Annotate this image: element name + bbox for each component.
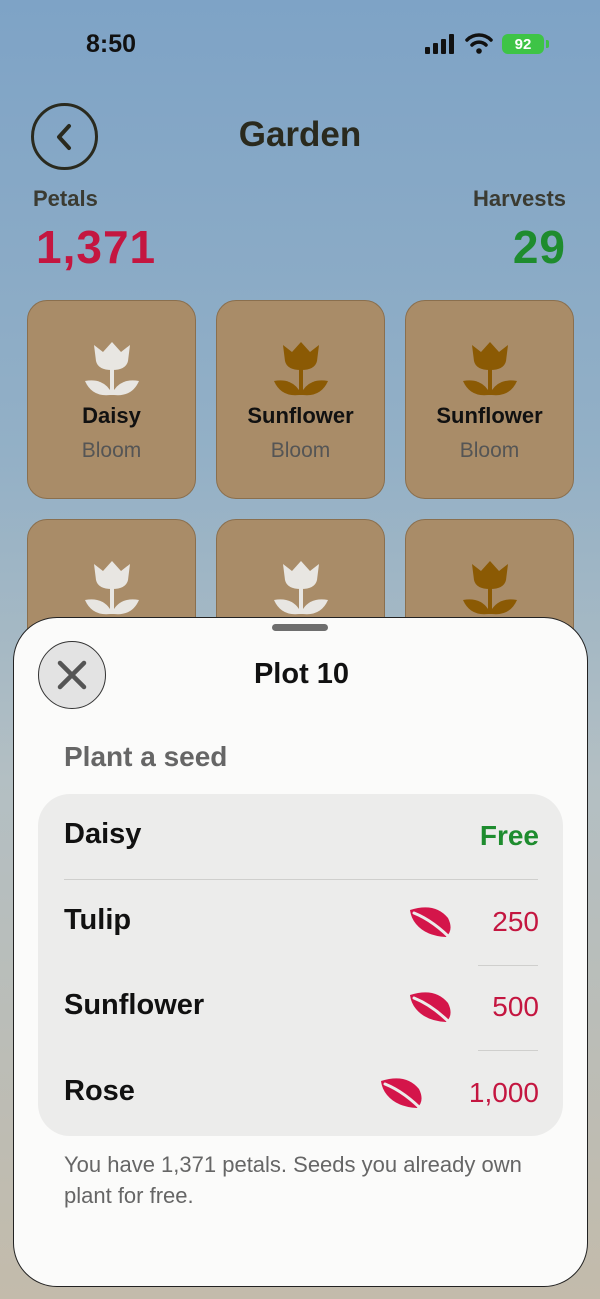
seed-name: Tulip [64,904,132,936]
plot-sheet: Plot 10 Plant a seed Daisy Free Tulip 25… [13,617,588,1287]
seed-option-tulip[interactable]: Tulip 250 [38,880,563,965]
plot-tile[interactable]: Daisy Bloom [27,300,196,499]
section-header: Plant a seed [64,741,228,772]
status-time: 8:50 [86,30,137,58]
seed-option-rose[interactable]: Rose 1,000 [38,1051,563,1136]
tulip-icon [463,561,517,615]
tulip-icon [85,342,139,396]
plot-tile[interactable]: Sunflower Bloom [405,300,574,499]
seed-price: 250 [492,906,539,937]
seed-option-sunflower[interactable]: Sunflower 500 [38,965,563,1050]
petals-label: Petals [33,186,98,211]
sheet-title: Plot 10 [253,658,350,690]
petal-balance-note: You have 1,371 petals. Seeds you already… [64,1152,522,1208]
plot-tile[interactable]: Sunflower Bloom [216,300,385,499]
battery-indicator: 92 [502,34,549,54]
tulip-icon [274,561,328,615]
plot-stage: Bloom [81,439,142,462]
sheet-grabber[interactable] [272,624,328,631]
tulip-icon [274,342,328,396]
seed-option-daisy[interactable]: Daisy Free [38,794,563,879]
seed-name: Sunflower [64,989,205,1021]
petals-value: 1,371 [36,221,157,273]
harvests-value: 29 [512,221,566,273]
harvests-label: Harvests [473,186,566,211]
page-title: Garden [238,115,362,154]
tulip-icon [463,342,517,396]
status-bar: 8:50 92 [0,0,600,90]
plot-name: Daisy [82,403,141,428]
seed-name: Rose [64,1075,135,1107]
leaf-icon [410,907,456,944]
leaf-icon [381,1078,427,1115]
plot-stage: Bloom [459,439,520,462]
tulip-icon [85,561,139,615]
seed-list: Daisy Free Tulip 250 Sunflower 500 Rose … [38,794,563,1136]
plot-name: Sunflower [247,403,354,428]
leaf-icon [410,992,456,1029]
plot-name: Sunflower [436,403,543,428]
seed-name: Daisy [64,818,142,850]
signal-icon [425,34,454,54]
seed-price: 1,000 [468,1077,539,1108]
seed-price: 500 [492,991,539,1022]
wifi-icon [465,33,493,54]
plot-stage: Bloom [270,439,331,462]
seed-price: Free [479,820,539,851]
